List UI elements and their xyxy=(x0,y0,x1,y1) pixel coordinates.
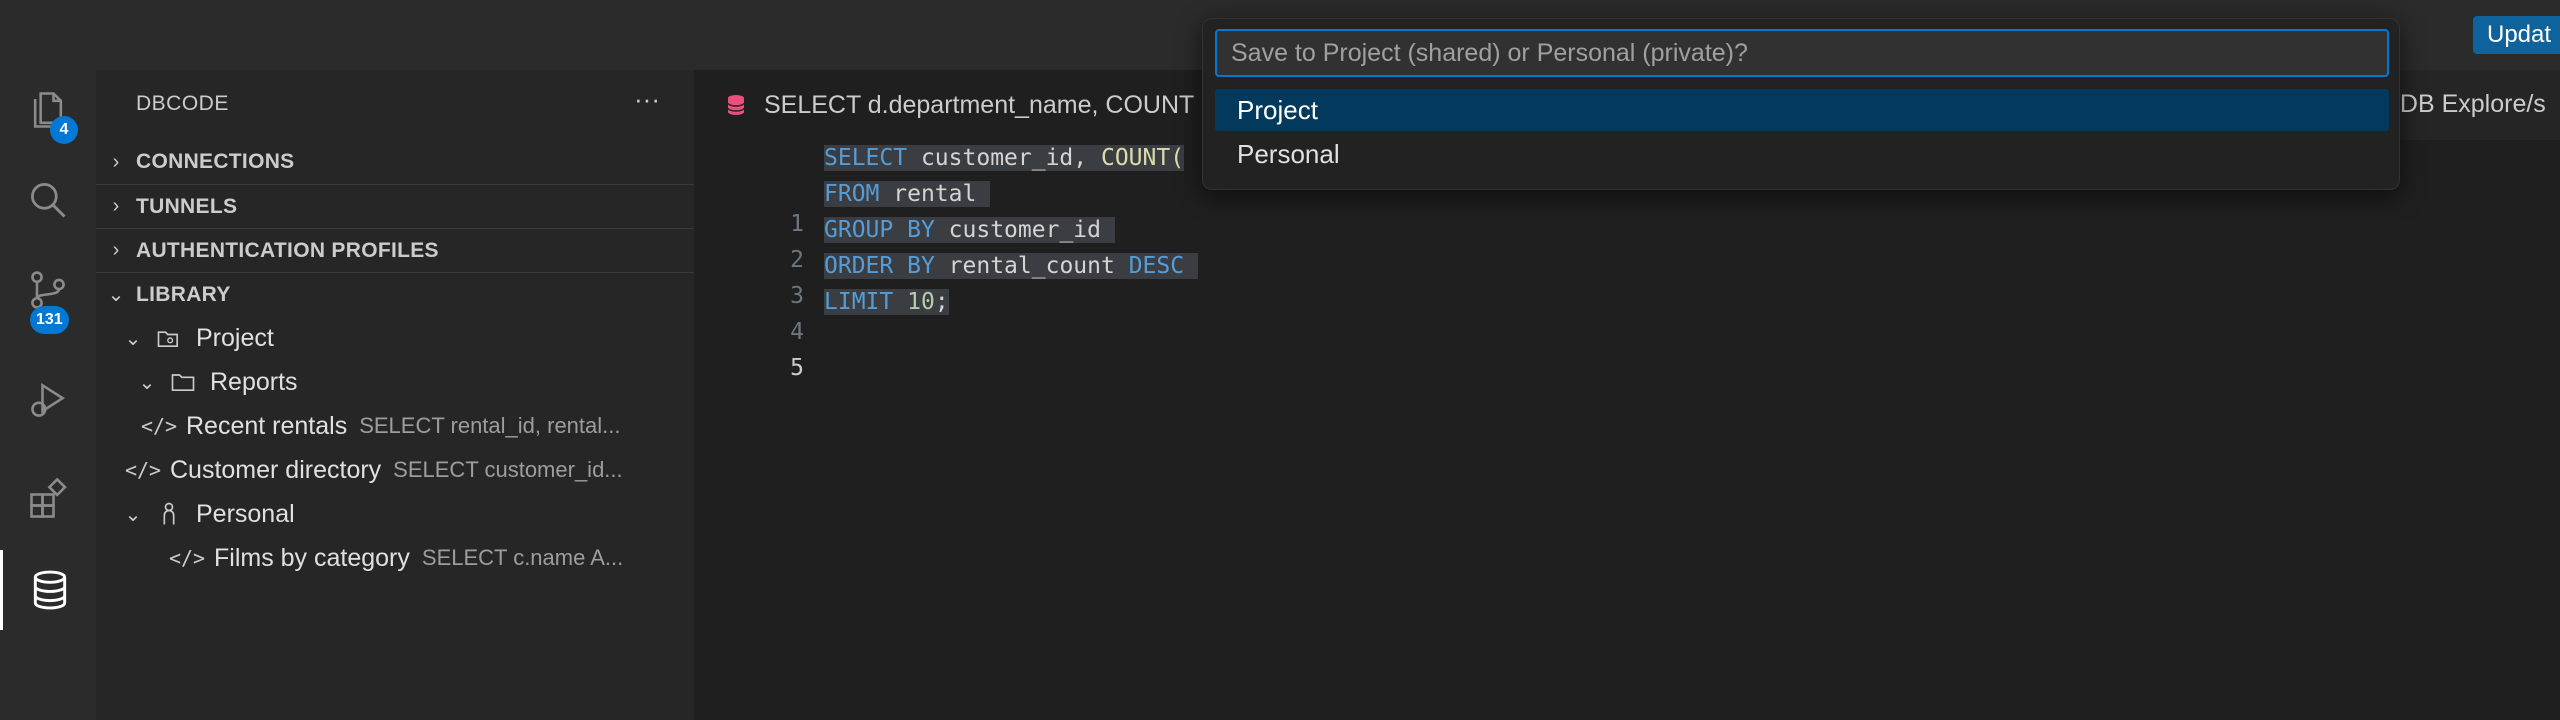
code-line: GROUP BY customer_id xyxy=(824,212,1115,248)
code-icon: </> xyxy=(140,414,178,438)
tree-item-description: SELECT rental_id, rental... xyxy=(359,413,621,438)
quick-pick-dialog: Project Personal xyxy=(1202,18,2400,190)
database-icon xyxy=(33,570,66,610)
folder-icon xyxy=(168,367,198,397)
code-line: SELECT customer_id, COUNT( xyxy=(824,145,1185,171)
tree-item-customer-directory[interactable]: </> Customer directory SELECT customer_i… xyxy=(96,448,694,492)
search-activity[interactable] xyxy=(0,160,96,240)
dbcode-activity[interactable] xyxy=(0,550,96,630)
explorer-activity[interactable]: 4 xyxy=(0,70,96,150)
section-library[interactable]: ⌄ LIBRARY xyxy=(96,272,694,316)
section-label: CONNECTIONS xyxy=(136,150,295,173)
section-label: TUNNELS xyxy=(136,194,238,218)
tree-item-description: SELECT c.name A... xyxy=(421,545,624,570)
tree-item-films-by-category[interactable]: </> Films by category SELECT c.name A... xyxy=(96,536,694,580)
section-label: LIBRARY xyxy=(136,282,231,306)
chevron-down-icon: ⌄ xyxy=(138,371,156,394)
section-tunnels[interactable]: › TUNNELS xyxy=(96,184,694,228)
sidebar-title: DBCODE xyxy=(136,92,229,115)
line-number: 5 xyxy=(790,355,804,381)
person-icon xyxy=(154,499,184,529)
source-control-badge: 131 xyxy=(30,306,69,334)
line-number: 3 xyxy=(790,283,804,309)
quick-pick-input[interactable] xyxy=(1215,29,2389,77)
editor-tab[interactable]: SELECT d.department_name, COUNT xyxy=(694,70,1254,140)
extensions-icon xyxy=(30,478,67,518)
chevron-down-icon: ⌄ xyxy=(124,327,142,350)
run-debug-icon xyxy=(31,382,66,417)
chevron-right-icon: › xyxy=(112,195,120,217)
code-icon: </> xyxy=(124,458,162,482)
code-line: FROM rental xyxy=(824,176,991,212)
tree-item-label: Personal xyxy=(196,499,295,528)
tree-item-description: SELECT customer_id... xyxy=(393,457,623,482)
update-button[interactable]: Updat xyxy=(2473,16,2560,54)
dbcode-sidebar: DBCODE ··· › CONNECTIONS › TUNNELS › AUT… xyxy=(96,70,694,720)
tab-label: SELECT d.department_name, COUNT xyxy=(764,90,1195,119)
tree-item-project[interactable]: ⌄ Project xyxy=(96,316,694,360)
quick-pick-item-personal[interactable]: Personal xyxy=(1215,133,2389,175)
quick-pick-item-project[interactable]: Project xyxy=(1215,89,2389,131)
tree-item-label: Customer directory xyxy=(170,455,382,484)
chevron-right-icon: › xyxy=(112,239,120,261)
tree-item-label: Reports xyxy=(210,367,298,396)
tree-item-reports[interactable]: ⌄ Reports xyxy=(96,360,694,404)
chevron-down-icon: ⌄ xyxy=(124,503,142,526)
breadcrumb[interactable]: aDB Explore/s xyxy=(2386,90,2546,119)
tree-item-label: Films by category xyxy=(214,543,410,572)
more-actions-button[interactable]: ··· xyxy=(634,84,660,115)
chevron-right-icon: › xyxy=(112,150,120,173)
search-icon xyxy=(31,183,66,218)
explorer-badge: 4 xyxy=(50,116,78,144)
code-line: ORDER BY rental_count DESC xyxy=(824,248,1198,284)
tree-item-label: Project xyxy=(196,323,274,352)
line-number: 4 xyxy=(790,319,804,345)
line-number: 2 xyxy=(790,247,804,273)
tree-item-recent-rentals[interactable]: </> Recent rentals SELECT rental_id, ren… xyxy=(96,404,694,448)
extensions-activity[interactable] xyxy=(0,460,96,540)
code-icon: </> xyxy=(168,546,206,570)
section-authentication-profiles[interactable]: › AUTHENTICATION PROFILES xyxy=(96,228,694,272)
activity-bar: 4 131 xyxy=(0,70,96,720)
code-line: LIMIT 10; xyxy=(824,289,949,315)
section-label: AUTHENTICATION PROFILES xyxy=(136,238,439,262)
line-number: 1 xyxy=(790,211,804,237)
tree-item-label: Recent rentals xyxy=(186,411,348,440)
database-tab-icon xyxy=(727,95,745,115)
source-control-activity[interactable]: 131 xyxy=(0,250,96,334)
tree-item-personal[interactable]: ⌄ Personal xyxy=(96,492,694,536)
section-connections[interactable]: › CONNECTIONS xyxy=(96,140,694,184)
run-debug-activity[interactable] xyxy=(0,360,96,440)
chevron-down-icon: ⌄ xyxy=(107,284,125,306)
project-folder-icon xyxy=(154,323,184,353)
